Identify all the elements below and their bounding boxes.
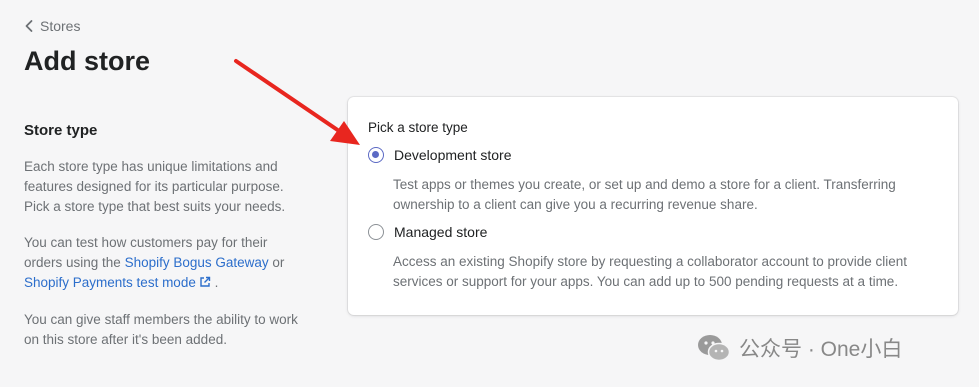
test-payment-text-or: or: [268, 255, 285, 270]
watermark-text: 公众号 · One小白: [739, 338, 903, 361]
red-arrow-annotation: [234, 59, 360, 145]
managed-store-help: Access an existing Shopify store by requ…: [393, 254, 908, 289]
test-payment-description: You can test how customers pay for their…: [24, 233, 304, 293]
external-link-icon: [200, 276, 211, 287]
test-payment-text-suffix: .: [210, 275, 219, 290]
store-type-description: Each store type has unique limitations a…: [24, 159, 286, 214]
pick-store-type-label: Pick a store type: [368, 120, 468, 135]
bogus-gateway-link[interactable]: Shopify Bogus Gateway: [125, 255, 269, 270]
development-store-help: Test apps or themes you create, or set u…: [393, 177, 896, 212]
managed-store-label: Managed store: [394, 224, 488, 240]
breadcrumb-back-stores[interactable]: Stores: [24, 18, 80, 34]
staff-description: You can give staff members the ability t…: [24, 312, 298, 347]
development-store-radio[interactable]: [368, 147, 384, 163]
wechat-icon: [698, 335, 731, 362]
development-store-label: Development store: [394, 147, 512, 163]
store-type-heading: Store type: [24, 122, 98, 139]
page-title: Add store: [24, 46, 151, 76]
managed-store-option[interactable]: Managed store: [368, 224, 487, 240]
payments-test-mode-link[interactable]: Shopify Payments test mode: [24, 275, 211, 290]
development-store-option[interactable]: Development store: [368, 147, 512, 163]
watermark: 公众号 · One小白: [697, 333, 902, 363]
breadcrumb-label: Stores: [40, 18, 81, 34]
store-type-card: Pick a store type Development store Test…: [348, 97, 958, 315]
managed-store-radio[interactable]: [368, 224, 384, 240]
payments-test-mode-link-label: Shopify Payments test mode: [24, 275, 196, 290]
chevron-left-icon: [25, 20, 33, 32]
